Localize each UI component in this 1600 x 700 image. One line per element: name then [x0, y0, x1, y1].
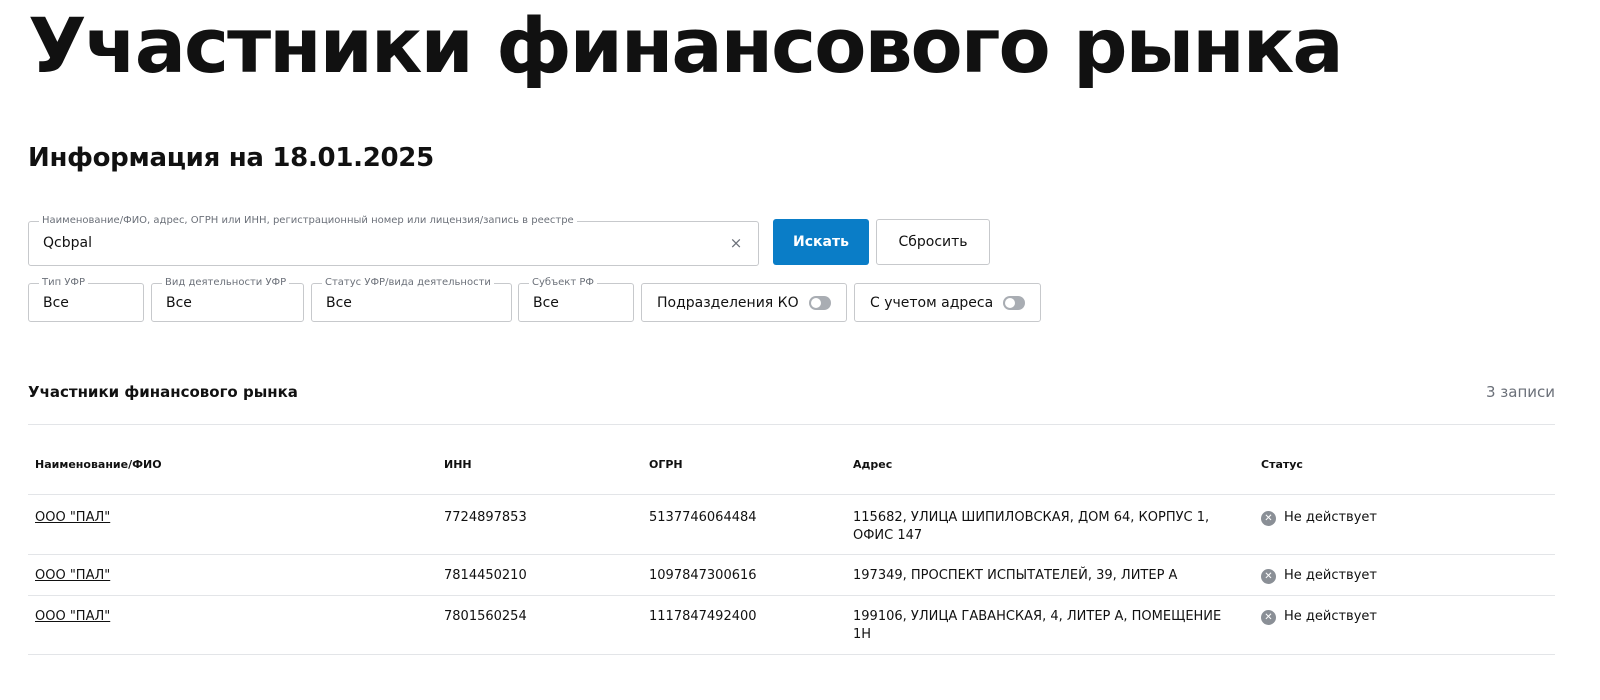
row-ogrn: 5137746064484 [649, 510, 757, 525]
filter-status-value: Все [326, 295, 352, 311]
table-row: ООО "ПАЛ" 7801560254 1117847492400 19910… [28, 596, 1555, 655]
toggle-address-label: С учетом адреса [870, 294, 994, 311]
toggle-ko-label: Подразделения КО [657, 294, 799, 311]
filter-activity-value: Все [166, 295, 192, 311]
status-inactive-icon: ✕ [1261, 510, 1276, 526]
search-button[interactable]: Искать [773, 219, 869, 265]
toggle-address-switch[interactable] [1003, 296, 1025, 310]
toggle-address[interactable]: С учетом адреса [854, 283, 1041, 322]
row-name-link[interactable]: ООО "ПАЛ" [35, 509, 110, 527]
search-input[interactable]: Qcbpal [43, 235, 92, 251]
row-name-link[interactable]: ООО "ПАЛ" [35, 608, 110, 626]
row-address: 199106, УЛИЦА ГАВАНСКАЯ, 4, ЛИТЕР А, ПОМ… [853, 609, 1222, 642]
filter-region-value: Все [533, 295, 559, 311]
table-row: ООО "ПАЛ" 7724897853 5137746064484 11568… [28, 495, 1555, 555]
row-status-text: Не действует [1284, 568, 1377, 583]
filter-status-select[interactable]: Статус УФР/вида деятельности Все [311, 277, 512, 322]
status-inactive-icon: ✕ [1261, 568, 1276, 584]
table-row: ООО "ПАЛ" 7814450210 1097847300616 19734… [28, 555, 1555, 596]
column-header-ogrn: ОГРН [649, 458, 683, 471]
row-name-link[interactable]: ООО "ПАЛ" [35, 567, 110, 585]
filter-type-legend: Тип УФР [39, 277, 89, 289]
column-header-name: Наименование/ФИО [35, 458, 162, 471]
row-ogrn: 1097847300616 [649, 568, 757, 583]
results-title: Участники финансового рынка [28, 383, 298, 401]
records-count: 3 записи [1485, 383, 1555, 401]
search-field-legend: Наименование/ФИО, адрес, ОГРН или ИНН, р… [39, 215, 577, 227]
row-inn: 7814450210 [444, 568, 527, 583]
toggle-ko-divisions[interactable]: Подразделения КО [641, 283, 847, 322]
row-address: 115682, УЛИЦА ШИПИЛОВСКАЯ, ДОМ 64, КОРПУ… [853, 510, 1210, 543]
filter-region-select[interactable]: Субъект РФ Все [518, 277, 634, 322]
row-status: ✕ Не действует [1261, 567, 1377, 585]
table-header: Наименование/ФИО ИНН ОГРН Адрес Статус [28, 425, 1555, 495]
row-status-text: Не действует [1284, 609, 1377, 624]
column-header-status: Статус [1261, 458, 1303, 471]
row-status: ✕ Не действует [1261, 608, 1377, 626]
info-date-heading: Информация на 18.01.2025 [28, 143, 434, 173]
row-address: 197349, ПРОСПЕКТ ИСПЫТАТЕЛЕЙ, 39, ЛИТЕР … [853, 568, 1178, 583]
row-status-text: Не действует [1284, 510, 1377, 525]
status-inactive-icon: ✕ [1261, 609, 1276, 625]
search-field[interactable]: Наименование/ФИО, адрес, ОГРН или ИНН, р… [28, 215, 759, 266]
row-inn: 7724897853 [444, 510, 527, 525]
clear-icon[interactable]: × [728, 234, 744, 252]
filter-region-legend: Субъект РФ [529, 277, 597, 289]
filter-activity-legend: Вид деятельности УФР [162, 277, 290, 289]
column-header-inn: ИНН [444, 458, 472, 471]
row-ogrn: 1117847492400 [649, 609, 757, 624]
reset-button[interactable]: Сбросить [876, 219, 990, 265]
filter-activity-select[interactable]: Вид деятельности УФР Все [151, 277, 304, 322]
filter-status-legend: Статус УФР/вида деятельности [322, 277, 494, 289]
filter-type-value: Все [43, 295, 69, 311]
results-table: Наименование/ФИО ИНН ОГРН Адрес Статус О… [28, 425, 1555, 655]
toggle-ko-switch[interactable] [809, 296, 831, 310]
page-title: Участники финансового рынка [28, 1, 1344, 90]
row-inn: 7801560254 [444, 609, 527, 624]
column-header-address: Адрес [853, 458, 893, 471]
filter-type-select[interactable]: Тип УФР Все [28, 277, 144, 322]
row-status: ✕ Не действует [1261, 509, 1377, 527]
